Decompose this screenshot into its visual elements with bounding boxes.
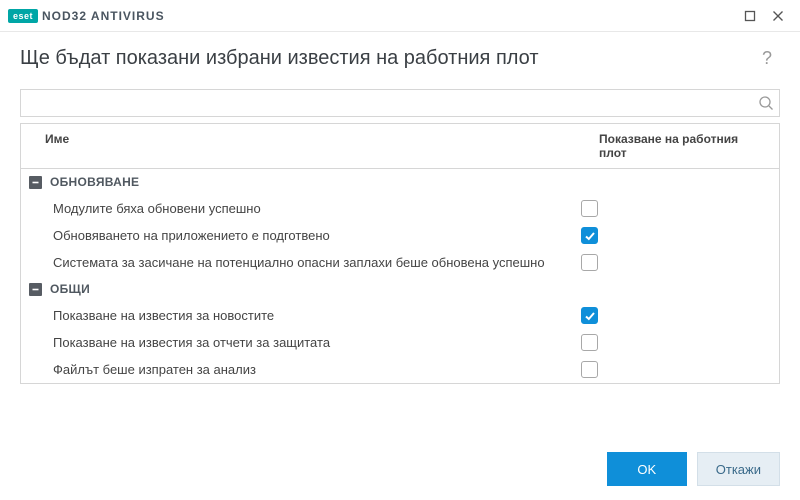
group-row[interactable]: ОБНОВЯВАНЕ xyxy=(21,169,779,195)
close-icon xyxy=(772,10,784,22)
item-label: Обновяването на приложението е подготвен… xyxy=(29,228,581,243)
desktop-checkbox[interactable] xyxy=(581,307,598,324)
item-check-cell xyxy=(581,227,771,244)
check-icon xyxy=(584,310,596,322)
close-button[interactable] xyxy=(764,2,792,30)
dialog-content: Име Показване на работния плот ОБНОВЯВАН… xyxy=(0,89,800,438)
search-icon xyxy=(758,95,774,111)
collapse-icon[interactable] xyxy=(29,176,42,189)
table-body: ОБНОВЯВАНЕ Модулите бяха обновени успешно… xyxy=(21,169,779,383)
titlebar: eset NOD32 ANTIVIRUS xyxy=(0,0,800,32)
item-check-cell xyxy=(581,334,771,351)
item-label: Файлът беше изпратен за анализ xyxy=(29,362,581,377)
item-label: Показване на известия за новостите xyxy=(29,308,581,323)
item-check-cell xyxy=(581,307,771,324)
help-button[interactable]: ? xyxy=(754,44,780,73)
column-name[interactable]: Име xyxy=(21,124,589,168)
app-logo: eset NOD32 ANTIVIRUS xyxy=(8,9,165,23)
notifications-table: Име Показване на работния плот ОБНОВЯВАН… xyxy=(20,123,780,384)
group-label: ОБНОВЯВАНЕ xyxy=(50,175,139,189)
desktop-checkbox[interactable] xyxy=(581,200,598,217)
logo-text: NOD32 ANTIVIRUS xyxy=(42,9,165,23)
maximize-icon xyxy=(744,10,756,22)
search-row xyxy=(20,89,780,117)
table-row: Модулите бяха обновени успешно xyxy=(21,195,779,222)
column-desktop[interactable]: Показване на работния плот xyxy=(589,124,779,168)
dialog-footer: OK Откажи xyxy=(0,438,800,500)
group-row[interactable]: ОБЩИ xyxy=(21,276,779,302)
desktop-checkbox[interactable] xyxy=(581,361,598,378)
desktop-checkbox[interactable] xyxy=(581,227,598,244)
group-label: ОБЩИ xyxy=(50,282,90,296)
maximize-button[interactable] xyxy=(736,2,764,30)
item-check-cell xyxy=(581,200,771,217)
dialog-header: Ще бъдат показани избрани известия на ра… xyxy=(0,32,800,89)
table-row: Системата за засичане на потенциално опа… xyxy=(21,249,779,276)
desktop-checkbox[interactable] xyxy=(581,254,598,271)
item-label: Системата за засичане на потенциално опа… xyxy=(29,255,581,270)
item-label: Модулите бяха обновени успешно xyxy=(29,201,581,216)
ok-button[interactable]: OK xyxy=(607,452,687,486)
item-check-cell xyxy=(581,254,771,271)
table-row: Показване на известия за новостите xyxy=(21,302,779,329)
check-icon xyxy=(584,230,596,242)
desktop-checkbox[interactable] xyxy=(581,334,598,351)
item-check-cell xyxy=(581,361,771,378)
table-row: Показване на известия за отчети за защит… xyxy=(21,329,779,356)
table-row: Обновяването на приложението е подготвен… xyxy=(21,222,779,249)
table-row: Файлът беше изпратен за анализ xyxy=(21,356,779,383)
dialog-title: Ще бъдат показани избрани известия на ра… xyxy=(20,47,539,70)
search-input[interactable] xyxy=(20,89,780,117)
logo-badge: eset xyxy=(8,9,38,23)
table-header: Име Показване на работния плот xyxy=(21,124,779,169)
item-label: Показване на известия за отчети за защит… xyxy=(29,335,581,350)
cancel-button[interactable]: Откажи xyxy=(697,452,780,486)
collapse-icon[interactable] xyxy=(29,283,42,296)
